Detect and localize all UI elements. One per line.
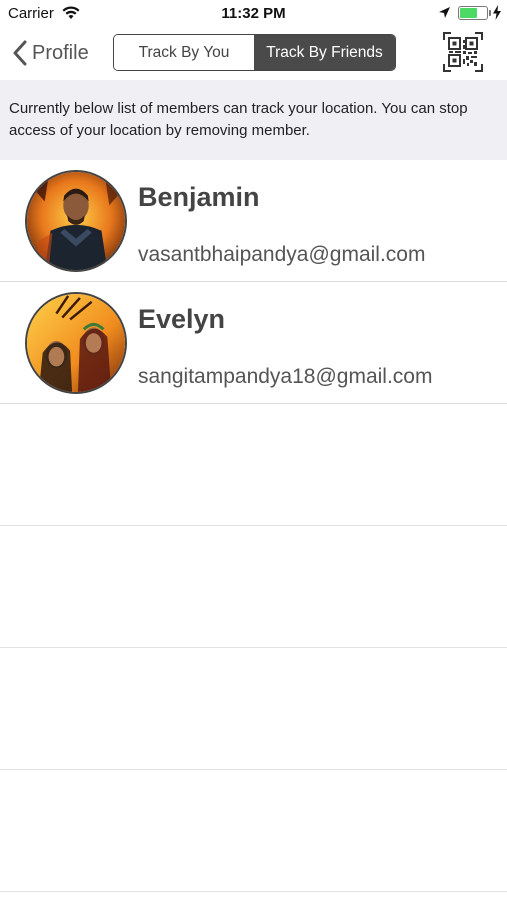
avatar	[25, 292, 127, 394]
empty-row	[0, 770, 507, 892]
member-list: Benjamin vasantbhaipandya@gmail.com Evel…	[0, 160, 507, 892]
avatar	[25, 170, 127, 272]
list-item[interactable]: Benjamin vasantbhaipandya@gmail.com	[0, 160, 507, 282]
tab-track-by-friends[interactable]: Track By Friends	[254, 35, 395, 70]
member-name: Evelyn	[138, 304, 226, 334]
back-button-label: Profile	[32, 41, 89, 64]
charging-bolt-icon	[493, 5, 501, 20]
tracking-segmented-control: Track By You Track By Friends	[113, 34, 396, 71]
empty-row	[0, 404, 507, 526]
status-bar: Carrier 11:32 PM	[0, 0, 507, 28]
location-arrow-icon	[439, 7, 450, 18]
back-button[interactable]: Profile	[12, 38, 89, 68]
battery-tip	[489, 10, 491, 16]
list-item[interactable]: Evelyn sangitampandya18@gmail.com	[0, 282, 507, 404]
member-email: sangitampandya18@gmail.com	[138, 365, 433, 388]
info-banner: Currently below list of members can trac…	[0, 80, 507, 160]
member-email: vasantbhaipandya@gmail.com	[138, 243, 426, 266]
info-text: Currently below list of members can trac…	[9, 100, 468, 139]
empty-row	[0, 526, 507, 648]
empty-row	[0, 648, 507, 770]
clock: 11:32 PM	[221, 5, 286, 22]
member-name: Benjamin	[138, 182, 260, 212]
qr-code-icon[interactable]	[443, 32, 483, 72]
chevron-left-icon	[13, 40, 27, 66]
navigation-bar: Profile Track By You Track By Friends	[0, 28, 507, 80]
tab-track-by-you[interactable]: Track By You	[114, 35, 254, 70]
battery-icon	[458, 6, 488, 20]
